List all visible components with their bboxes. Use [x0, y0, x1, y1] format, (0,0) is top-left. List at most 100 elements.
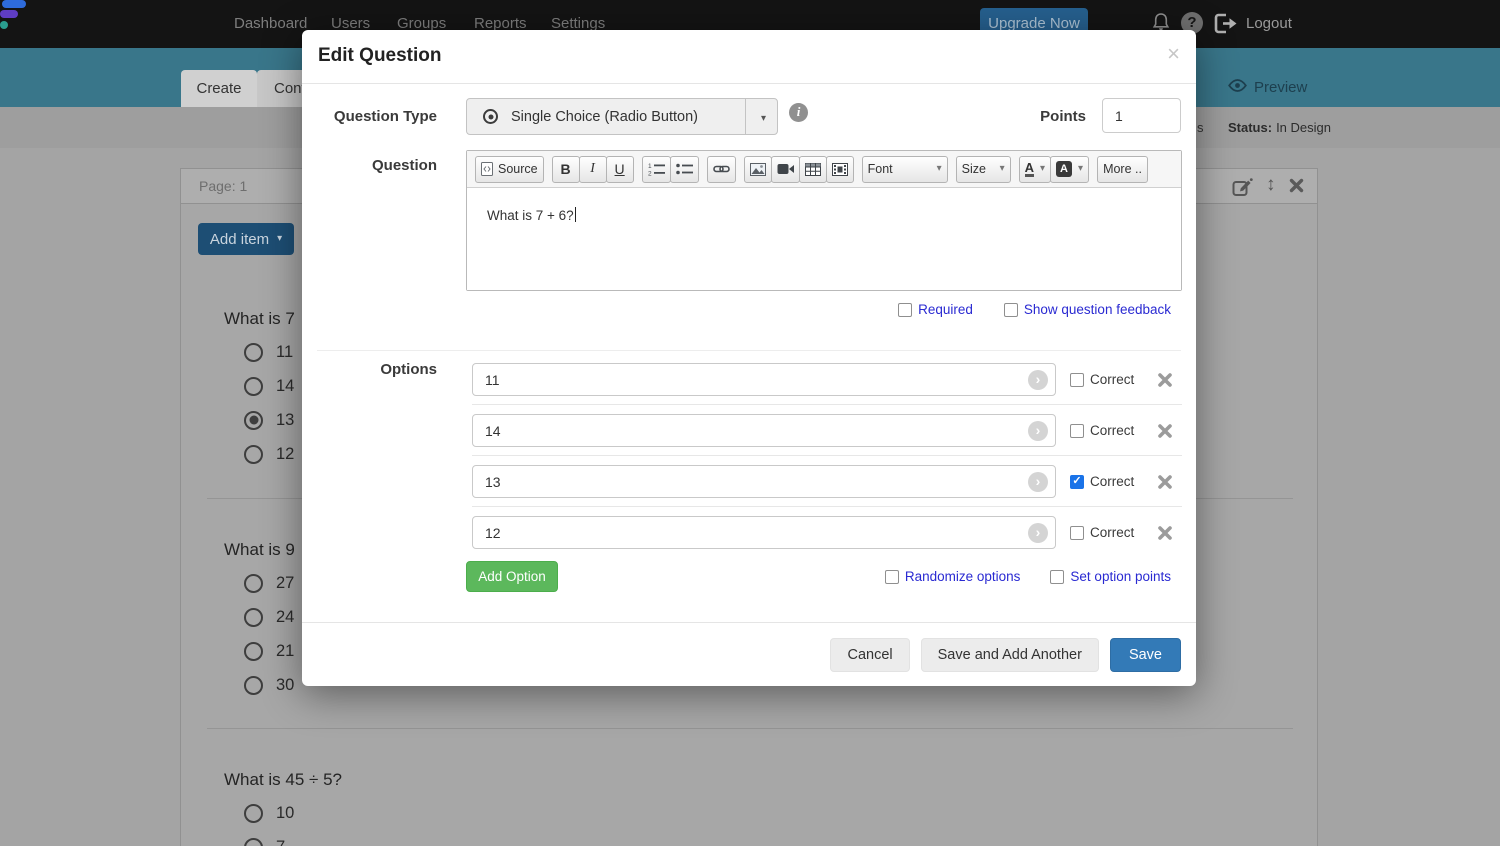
set-option-points-group[interactable]: Set option points [1050, 569, 1171, 584]
numbered-list-button[interactable]: 1 2 [641, 155, 671, 183]
answer-row: 11 [224, 335, 295, 369]
question-title: What is 45 ÷ 5? [224, 770, 342, 789]
bold-button[interactable]: B [551, 155, 580, 183]
answer-row: 14 [224, 369, 295, 403]
status-label: Status: [1228, 120, 1273, 135]
tab-create[interactable]: Create [181, 70, 257, 107]
radio-button[interactable] [244, 641, 263, 661]
option-flags-row: Randomize options Set option points [884, 569, 1171, 584]
option-input[interactable] [472, 516, 1056, 549]
radio-button[interactable] [244, 444, 263, 464]
nav-item-dashboard[interactable]: Dashboard [234, 15, 307, 32]
question-type-dropdown[interactable]: Single Choice (Radio Button) ▾ [466, 98, 778, 135]
correct-checkbox[interactable] [1070, 372, 1084, 387]
randomize-checkbox-group[interactable]: Randomize options [884, 569, 1020, 584]
source-button[interactable]: Source [475, 155, 544, 183]
editor-toolbar: Source B I U 1 2 Font ▾ Size ▾ A ▾ A ▾ M… [467, 151, 1181, 188]
option-expand-icon[interactable]: › [1028, 471, 1048, 492]
option-expand-icon[interactable]: › [1028, 420, 1048, 441]
option-input[interactable] [472, 414, 1056, 447]
svg-text:2: 2 [648, 171, 652, 177]
eye-icon [1228, 79, 1247, 96]
option-row-4: › Correct [472, 516, 1174, 549]
app-logo-icon[interactable] [0, 0, 26, 30]
link-icon [712, 165, 730, 173]
logout-icon[interactable] [1214, 13, 1239, 39]
logout-label[interactable]: Logout [1246, 15, 1292, 32]
font-dropdown[interactable]: Font ▾ [861, 155, 948, 183]
options-label: Options [380, 361, 437, 378]
points-input[interactable] [1102, 98, 1181, 133]
delete-option-icon[interactable] [1156, 371, 1174, 389]
move-page-icon[interactable]: ↕ [1266, 174, 1276, 196]
preview-link[interactable]: Preview [1228, 79, 1307, 96]
answer-row: 12 [224, 437, 295, 471]
question-title: What is 9 [224, 540, 295, 559]
edit-question-modal: Edit Question × Question Type Single Cho… [302, 30, 1196, 686]
radio-button[interactable] [244, 376, 263, 396]
required-checkbox-group[interactable]: Required [898, 302, 973, 317]
set-option-points-checkbox[interactable] [1050, 569, 1065, 584]
radio-button[interactable] [244, 410, 263, 430]
caret-down-icon: ▾ [936, 163, 942, 174]
modal-header: Edit Question × [302, 30, 1196, 84]
embed-media-icon [831, 162, 848, 176]
delete-option-icon[interactable] [1156, 473, 1174, 491]
image-icon [749, 162, 766, 176]
radio-button[interactable] [244, 342, 263, 362]
save-button[interactable]: Save [1109, 638, 1181, 672]
more-button[interactable]: More .. [1097, 155, 1148, 183]
feedback-checkbox-group[interactable]: Show question feedback [1003, 302, 1171, 317]
option-expand-icon[interactable]: › [1028, 369, 1048, 390]
caret-down-icon: ▾ [277, 233, 283, 244]
correct-checkbox[interactable] [1070, 423, 1084, 438]
question-label: Question [371, 157, 437, 174]
add-option-button[interactable]: Add Option [466, 561, 558, 592]
insert-table-button[interactable] [798, 155, 827, 183]
insert-image-button[interactable] [743, 155, 772, 183]
radio-button[interactable] [244, 675, 263, 695]
caret-down-icon: ▾ [999, 163, 1005, 174]
edit-page-icon[interactable] [1232, 177, 1253, 203]
feedback-checkbox[interactable] [1003, 302, 1018, 317]
delete-page-icon[interactable] [1288, 177, 1305, 199]
italic-button[interactable]: I [578, 155, 607, 183]
required-checkbox[interactable] [898, 302, 913, 317]
delete-option-icon[interactable] [1156, 422, 1174, 440]
question-editor: Source B I U 1 2 Font ▾ Size ▾ A ▾ A ▾ M… [466, 150, 1182, 291]
table-icon [804, 162, 821, 176]
question-block-1: What is 7 11 14 13 12 [224, 308, 295, 471]
radio-button[interactable] [244, 573, 263, 593]
option-input[interactable] [472, 363, 1056, 396]
question-separator [207, 728, 1293, 729]
add-item-button[interactable]: Add item ▾ [198, 223, 294, 255]
size-dropdown[interactable]: Size ▾ [955, 155, 1011, 183]
answer-row: 21 [224, 634, 295, 668]
question-flags-row: Required Show question feedback [898, 302, 1171, 317]
source-doc-icon [481, 162, 493, 176]
underline-button[interactable]: U [605, 155, 634, 183]
question-text-area[interactable]: What is 7 + 6? [467, 188, 1181, 290]
bullet-list-button[interactable] [669, 155, 699, 183]
randomize-checkbox[interactable] [884, 569, 899, 584]
radio-button[interactable] [244, 607, 263, 627]
correct-checkbox[interactable] [1070, 474, 1084, 489]
cancel-button[interactable]: Cancel [830, 638, 910, 672]
text-cursor [574, 207, 576, 222]
answer-row: 30 [224, 668, 295, 702]
delete-option-icon[interactable] [1156, 524, 1174, 542]
link-button[interactable] [706, 155, 736, 183]
correct-checkbox[interactable] [1070, 525, 1084, 540]
insert-video-button[interactable] [770, 155, 800, 183]
option-expand-icon[interactable]: › [1028, 522, 1048, 543]
radio-button[interactable] [244, 837, 263, 846]
save-and-add-another-button[interactable]: Save and Add Another [920, 638, 1099, 672]
info-icon[interactable]: i [789, 103, 808, 122]
close-icon[interactable]: × [1167, 41, 1180, 67]
background-color-button[interactable]: A ▾ [1050, 155, 1090, 183]
radio-button[interactable] [244, 803, 263, 823]
embed-media-button[interactable] [825, 155, 854, 183]
text-color-button[interactable]: A ▾ [1018, 155, 1052, 183]
option-input[interactable] [472, 465, 1056, 498]
video-camera-icon [777, 164, 794, 174]
